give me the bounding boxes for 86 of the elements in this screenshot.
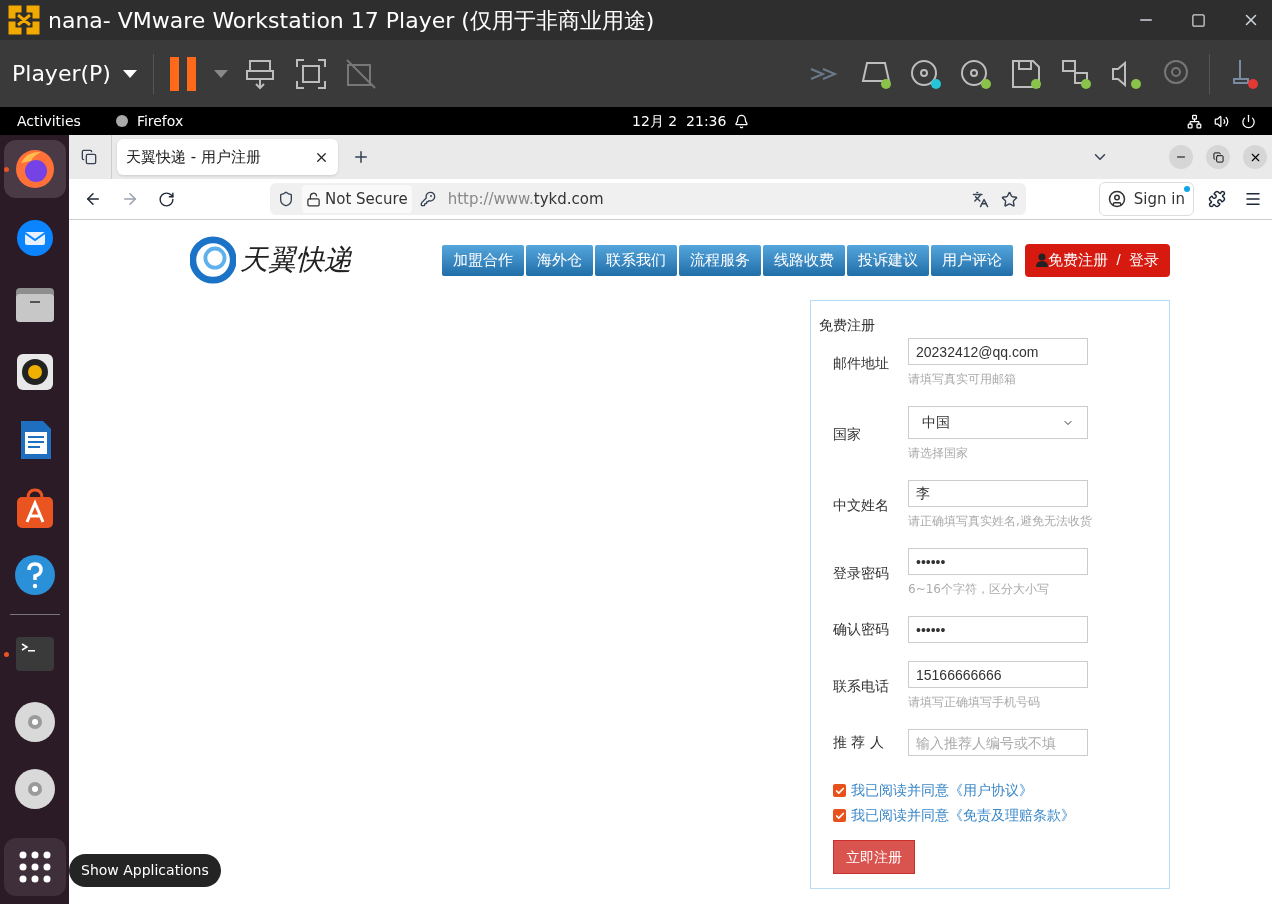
field-hint: 请填写真实可用邮箱 — [908, 371, 1017, 388]
forward-icon[interactable] — [121, 190, 139, 208]
security-badge[interactable]: Not Secure — [302, 185, 412, 213]
field-hint: 请填写正确填写手机号码 — [908, 694, 1041, 711]
bookmark-star-icon[interactable] — [1001, 190, 1018, 208]
nav-link[interactable]: 加盟合作 — [442, 244, 525, 276]
broken-lock-icon — [306, 191, 321, 207]
site-logo-text: 天翼快递 — [240, 242, 353, 278]
checkbox[interactable] — [833, 784, 846, 797]
help-icon[interactable] — [12, 553, 57, 598]
show-applications-button[interactable] — [3, 838, 66, 897]
firefox-icon — [114, 114, 129, 128]
menu-icon[interactable] — [1244, 190, 1262, 208]
shield-icon — [278, 191, 294, 207]
app-menu[interactable]: Firefox — [136, 110, 184, 132]
close-button[interactable] — [1243, 145, 1267, 169]
tab-list-icon[interactable] — [81, 149, 97, 165]
back-icon[interactable] — [84, 190, 102, 208]
text-input[interactable]: •••••• — [908, 616, 1088, 643]
text-input[interactable]: 20232412@qq.com — [908, 338, 1088, 365]
translate-icon[interactable] — [972, 190, 989, 208]
unity-icon[interactable] — [343, 56, 378, 91]
field-hint: 6~16个字符，区分大小写 — [908, 581, 1050, 598]
field-label: 中文姓名 — [832, 495, 890, 515]
network-icon[interactable] — [1187, 113, 1202, 129]
tab-title: 天翼快递 - 用户注册 — [126, 146, 262, 168]
notification-icon — [734, 113, 749, 129]
text-input[interactable]: •••••• — [908, 548, 1088, 575]
grid-icon — [18, 851, 51, 884]
check-icon — [834, 785, 845, 796]
field-label: 登录密码 — [832, 563, 890, 583]
swirl-logo-icon — [190, 236, 237, 284]
checkbox[interactable] — [833, 809, 846, 822]
user-icon — [1036, 253, 1049, 267]
field-label: 推 荐 人 — [832, 733, 885, 752]
minimize-button[interactable] — [1169, 145, 1193, 169]
pause-icon[interactable] — [169, 56, 198, 91]
clock[interactable]: 12月 2 21:36 — [632, 110, 727, 132]
player-menu[interactable]: Player(P) — [12, 57, 137, 90]
caret-icon — [122, 69, 137, 78]
nav-link[interactable]: 联系我们 — [595, 244, 678, 276]
restore-button[interactable] — [1206, 145, 1230, 169]
agreement-link[interactable]: 我已阅读并同意《用户协议》 — [851, 780, 1033, 801]
field-hint: 请选择国家 — [908, 445, 969, 462]
text-input[interactable]: 输入推荐人编号或不填 — [908, 729, 1088, 756]
key-icon — [419, 191, 436, 207]
panel-title: 免费注册 — [819, 316, 876, 335]
country-select[interactable]: 中国 — [908, 406, 1088, 439]
agreement-link[interactable]: 我已阅读并同意《免责及理赔条款》 — [851, 805, 1075, 826]
power-icon[interactable] — [1241, 113, 1256, 129]
field-label: 邮件地址 — [832, 353, 890, 373]
field-label: 国家 — [832, 424, 862, 444]
caret-icon[interactable] — [213, 69, 228, 78]
restore-icon — [1212, 151, 1224, 163]
nav-link[interactable]: 投诉建议 — [847, 244, 930, 276]
submit-button[interactable]: 立即注册 — [833, 840, 915, 874]
reload-icon[interactable] — [158, 190, 175, 208]
extensions-icon[interactable] — [1208, 190, 1226, 208]
field-hint: 请正确填写真实姓名,避免无法收货 — [908, 513, 1092, 530]
register-login-button[interactable]: 免费注册 / 登录 — [1025, 243, 1170, 277]
nav-link[interactable]: 海外仓 — [526, 244, 594, 276]
security-label: Not Secure — [325, 188, 408, 210]
field-label: 联系电话 — [832, 676, 890, 696]
disc-icon[interactable] — [12, 767, 57, 812]
nav-link[interactable]: 线路收费 — [763, 244, 846, 276]
window-title: nana- VMware Workstation 17 Player (仅用于非商业用途) — [48, 6, 655, 35]
text-input[interactable]: 15166666666 — [908, 661, 1088, 688]
text-input[interactable]: 李 — [908, 480, 1088, 507]
sign-in-button[interactable]: Sign in — [1098, 182, 1194, 216]
activities-button[interactable]: Activities — [17, 110, 81, 132]
fullscreen-icon[interactable] — [293, 56, 328, 91]
new-tab-icon[interactable] — [352, 148, 370, 166]
address-bar[interactable]: Not Secure http://www.tykd.com — [270, 183, 1026, 215]
vmware-logo-icon — [8, 5, 40, 35]
volume-icon[interactable] — [1214, 113, 1229, 129]
url-text: http://www.tykd.com — [447, 188, 604, 210]
check-icon — [834, 810, 845, 821]
dock-item[interactable] — [3, 140, 66, 198]
browser-tab[interactable]: 天翼快递 - 用户注册 — [117, 139, 338, 175]
disc-icon[interactable] — [12, 699, 57, 744]
nav-link[interactable]: 用户评论 — [931, 244, 1014, 276]
tooltip: Show Applications — [69, 854, 221, 887]
field-label: 确认密码 — [832, 620, 890, 639]
maximize-icon[interactable] — [1191, 12, 1206, 28]
account-icon — [1107, 190, 1126, 208]
nav-link[interactable]: 流程服务 — [679, 244, 762, 276]
